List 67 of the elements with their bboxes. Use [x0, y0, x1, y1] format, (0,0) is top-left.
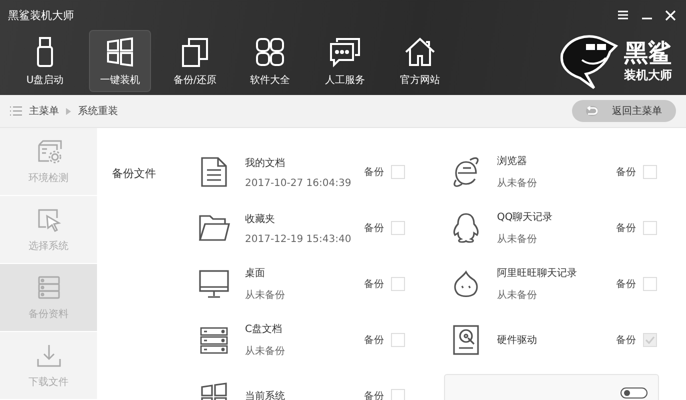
logo-subtitle: 装机大师 [624, 66, 672, 84]
toolbar-tab[interactable]: 一键装机 [89, 30, 151, 92]
checkbox[interactable] [391, 389, 405, 400]
checkbox-label: 备份 [616, 334, 636, 347]
toolbar-tab[interactable]: 软件大全 [239, 30, 301, 92]
backup-status: 2017-10-27 16:04:39 [245, 178, 352, 188]
breadcrumb-arrow-icon [66, 108, 71, 114]
checkbox[interactable] [391, 277, 405, 291]
item-name: 收藏夹 [245, 212, 276, 226]
logo-title: 黑鲨 [624, 38, 672, 66]
cursor-icon [36, 206, 62, 232]
backup-status: 从未备份 [245, 344, 286, 358]
item-name: 阿里旺旺聊天记录 [497, 267, 578, 280]
item-name: 我的文档 [245, 156, 286, 170]
windows-icon [105, 36, 135, 68]
item-name: 浏览器 [497, 154, 528, 168]
penguin-icon [452, 212, 480, 244]
server-icon [36, 274, 62, 300]
item-name: 硬件驱动 [497, 334, 538, 347]
window-title: 黑鲨装机大师 [8, 8, 74, 22]
grid-icon [255, 36, 285, 68]
home-icon [404, 36, 436, 68]
toolbar-tab[interactable]: 人工服务 [314, 30, 376, 92]
hard-drive-icon [452, 324, 480, 356]
backup-status: 从未备份 [497, 288, 538, 302]
checkbox[interactable] [643, 277, 657, 291]
server-icon [198, 326, 228, 354]
checkbox-label: 备份 [616, 278, 636, 291]
folder-icon [196, 213, 230, 243]
checkbox-label: 备份 [364, 278, 384, 291]
document-icon [200, 156, 228, 188]
item-name: QQ聊天记录 [497, 211, 554, 224]
back-button[interactable]: 返回主菜单 [572, 100, 676, 122]
download-icon [36, 342, 62, 368]
list-icon [10, 106, 22, 116]
checkbox-label: 备份 [616, 222, 636, 235]
menu-icon[interactable] [617, 10, 629, 20]
backup-status: 从未备份 [497, 232, 538, 246]
toolbar-tab[interactable]: U盘启动 [14, 30, 76, 92]
item-name: 当前系统 [245, 390, 286, 400]
checkbox-label: 备份 [616, 166, 636, 179]
checkbox[interactable] [643, 221, 657, 235]
toolbar-tab[interactable]: 官方网站 [389, 30, 451, 92]
checkbox-label: 备份 [364, 334, 384, 347]
return-icon [586, 106, 598, 116]
checkbox[interactable] [643, 165, 657, 179]
toolbar-tab[interactable]: 备份/还原 [164, 30, 226, 92]
close-icon[interactable] [665, 10, 676, 20]
copy-icon [180, 36, 210, 68]
item-name: C盘文档 [245, 322, 283, 336]
checkbox-label: 备份 [364, 222, 384, 235]
backup-status: 2017-12-19 15:43:40 [245, 234, 352, 244]
breadcrumb-item[interactable]: 系统重装 [78, 104, 118, 118]
checkbox[interactable] [391, 165, 405, 179]
breadcrumb-item[interactable]: 主菜单 [29, 104, 59, 118]
checkbox-label: 备份 [364, 166, 384, 179]
checkbox-label: 备份 [364, 390, 384, 400]
monitor-icon [198, 269, 230, 299]
section-label: 备份文件 [112, 167, 156, 180]
checkbox[interactable] [391, 333, 405, 347]
chat-icon [329, 36, 361, 68]
toggle-switch-icon[interactable] [620, 387, 648, 399]
checkbox[interactable] [391, 221, 405, 235]
settings-box-icon [36, 138, 62, 164]
item-name: 桌面 [245, 266, 266, 280]
backup-status: 从未备份 [245, 288, 286, 302]
backup-status: 从未备份 [497, 176, 538, 190]
